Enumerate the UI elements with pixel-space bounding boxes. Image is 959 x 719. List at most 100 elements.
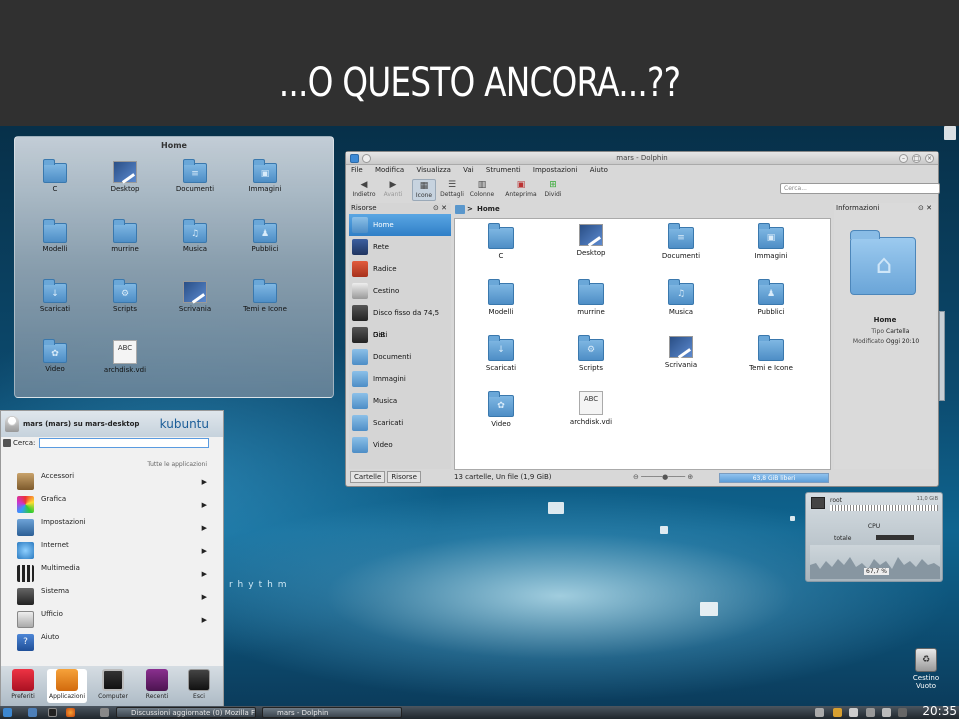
fv-item-murrine[interactable]: murrine xyxy=(95,219,155,253)
menu-strumenti[interactable]: Strumenti xyxy=(486,166,521,174)
forward-button[interactable]: ▶ Avanti xyxy=(380,179,406,201)
kickoff-item-aiuto[interactable]: ? Aiuto xyxy=(15,632,215,654)
panel-close-icon[interactable]: ⊙ ✕ xyxy=(918,203,932,214)
menu-aiuto[interactable]: Aiuto xyxy=(590,166,608,174)
place-home[interactable]: Home xyxy=(349,214,451,236)
dolphin-window[interactable]: mars - Dolphin – □ × File Modifica Visua… xyxy=(345,151,940,487)
tray-icon[interactable] xyxy=(815,708,824,717)
file-item-c[interactable]: C xyxy=(461,223,541,260)
system-monitor-widget[interactable]: root 11,0 GiB CPU totale 67,7 % xyxy=(805,492,943,582)
fv-item-scrivania[interactable]: Scrivania xyxy=(165,281,225,313)
file-item-musica[interactable]: ♫ Musica xyxy=(641,279,721,316)
dolphin-launcher-icon[interactable] xyxy=(28,708,37,717)
tab-esci[interactable]: Esci xyxy=(179,669,219,700)
place-disco[interactable]: Disco fisso da 74,5 GiB xyxy=(349,302,451,339)
menu-vai[interactable]: Vai xyxy=(463,166,473,174)
window-titlebar[interactable]: mars - Dolphin – □ × xyxy=(346,152,938,165)
panel-close-icon[interactable]: ⊙ ✕ xyxy=(433,203,447,214)
file-item-video[interactable]: ✿ Video xyxy=(461,391,541,428)
fv-item-immagini[interactable]: ▣ Immagini xyxy=(235,159,295,193)
fv-item-temi[interactable]: Temi e Icone xyxy=(235,279,295,313)
file-item-murrine[interactable]: murrine xyxy=(551,279,631,316)
breadcrumb[interactable]: > Home xyxy=(453,203,829,216)
tab-preferiti[interactable]: Preferiti xyxy=(3,669,43,700)
file-item-scaricati[interactable]: ↓ Scaricati xyxy=(461,335,541,372)
file-view[interactable]: C Desktop ≡ Documenti ▣ Immagini Modelli m… xyxy=(454,218,831,470)
network-tray-icon[interactable] xyxy=(866,708,875,717)
fv-item-modelli[interactable]: Modelli xyxy=(25,219,85,253)
kickoff-item-multimedia[interactable]: Multimedia ▶ xyxy=(15,563,215,585)
tab-computer[interactable]: Computer xyxy=(93,669,133,700)
menu-modifica[interactable]: Modifica xyxy=(375,166,404,174)
clock[interactable]: 20:35 xyxy=(922,704,957,718)
fv-item-c[interactable]: C xyxy=(25,159,85,193)
place-cestino[interactable]: Cestino xyxy=(349,280,451,302)
minimize-button[interactable]: – xyxy=(899,154,908,163)
split-button[interactable]: ⊞ Dividi xyxy=(542,179,564,201)
view-icons-button[interactable]: ▦ Icone xyxy=(412,179,436,201)
view-details-button[interactable]: ☰ Dettagli xyxy=(438,179,466,201)
home-icon[interactable] xyxy=(455,205,465,214)
task-firefox[interactable]: Discussioni aggiornate (0) Mozilla Fi... xyxy=(116,707,256,718)
search-input[interactable]: Cerca... xyxy=(780,183,940,194)
kickoff-item-ufficio[interactable]: Ufficio ▶ xyxy=(15,609,215,631)
rss-icon[interactable] xyxy=(833,708,842,717)
file-item-archdisk[interactable]: ABC archdisk.vdi xyxy=(551,391,631,426)
menu-visualizza[interactable]: Visualizza xyxy=(416,166,450,174)
place-musica[interactable]: Musica xyxy=(349,390,451,412)
kickoff-launcher-icon[interactable] xyxy=(3,708,12,717)
folder-view-widget[interactable]: Home C Desktop ≡ Documenti ▣ Immagini Mode… xyxy=(14,136,334,398)
tab-cartelle[interactable]: Cartelle xyxy=(350,471,386,483)
file-item-scrivania[interactable]: Scrivania xyxy=(641,336,721,369)
place-scaricati[interactable]: Scaricati xyxy=(349,412,451,434)
kickoff-item-grafica[interactable]: Grafica ▶ xyxy=(15,494,215,516)
zoom-slider[interactable]: ⊖ ─────●──── ⊕ xyxy=(633,472,703,483)
fv-item-desktop[interactable]: Desktop xyxy=(95,161,155,193)
battery-icon[interactable] xyxy=(882,708,891,717)
file-item-temi[interactable]: Temi e Icone xyxy=(731,335,811,372)
firefox-launcher-icon[interactable] xyxy=(66,708,75,717)
kickoff-item-internet[interactable]: Internet ▶ xyxy=(15,540,215,562)
tab-applicazioni[interactable]: Applicazioni xyxy=(47,669,87,703)
fv-item-archdisk[interactable]: ABC archdisk.vdi xyxy=(95,340,155,374)
fv-item-scripts[interactable]: ⚙ Scripts xyxy=(95,279,155,313)
kickoff-search-input[interactable] xyxy=(39,438,209,448)
place-immagini[interactable]: Immagini xyxy=(349,368,451,390)
view-columns-button[interactable]: ▥ Colonne xyxy=(468,179,496,201)
trash-widget[interactable]: ♻ Cestino Vuoto xyxy=(908,648,944,690)
chevron-right-icon[interactable]: > xyxy=(467,203,473,216)
file-item-desktop[interactable]: Desktop xyxy=(551,224,631,257)
close-button[interactable]: × xyxy=(925,154,934,163)
preview-button[interactable]: ▣ Anteprima xyxy=(504,179,538,201)
maximize-button[interactable]: □ xyxy=(912,154,921,163)
fv-item-documenti[interactable]: ≡ Documenti xyxy=(165,159,225,193)
tab-risorse[interactable]: Risorse xyxy=(387,471,421,483)
terminal-launcher-icon[interactable] xyxy=(48,708,57,717)
fv-item-scaricati[interactable]: ↓ Scaricati xyxy=(25,279,85,313)
breadcrumb-home[interactable]: Home xyxy=(477,205,500,213)
volume-icon[interactable] xyxy=(849,708,858,717)
place-video[interactable]: Video xyxy=(349,434,451,456)
fv-item-pubblici[interactable]: ♟ Pubblici xyxy=(235,219,295,253)
file-item-documenti[interactable]: ≡ Documenti xyxy=(641,223,721,260)
file-item-pubblici[interactable]: ♟ Pubblici xyxy=(731,279,811,316)
desktop-pager-icon[interactable] xyxy=(100,708,109,717)
place-dati[interactable]: Dati xyxy=(349,324,451,346)
task-dolphin[interactable]: mars - Dolphin xyxy=(262,707,402,718)
place-rete[interactable]: Rete xyxy=(349,236,451,258)
file-item-immagini[interactable]: ▣ Immagini xyxy=(731,223,811,260)
place-documenti[interactable]: Documenti xyxy=(349,346,451,368)
tab-recenti[interactable]: Recenti xyxy=(137,669,177,700)
kickoff-item-sistema[interactable]: Sistema ▶ xyxy=(15,586,215,608)
place-radice[interactable]: Radice xyxy=(349,258,451,280)
menu-impostazioni[interactable]: Impostazioni xyxy=(533,166,578,174)
fv-item-musica[interactable]: ♫ Musica xyxy=(165,219,225,253)
file-item-modelli[interactable]: Modelli xyxy=(461,279,541,316)
back-button[interactable]: ◀ Indietro xyxy=(350,179,378,201)
kickoff-item-accessori[interactable]: Accessori ▶ xyxy=(15,471,215,493)
kickoff-item-impostazioni[interactable]: Impostazioni ▶ xyxy=(15,517,215,539)
fv-item-video[interactable]: ✿ Video xyxy=(25,339,85,373)
notification-icon[interactable] xyxy=(898,708,907,717)
menu-file[interactable]: File xyxy=(351,166,363,174)
file-item-scripts[interactable]: ⚙ Scripts xyxy=(551,335,631,372)
